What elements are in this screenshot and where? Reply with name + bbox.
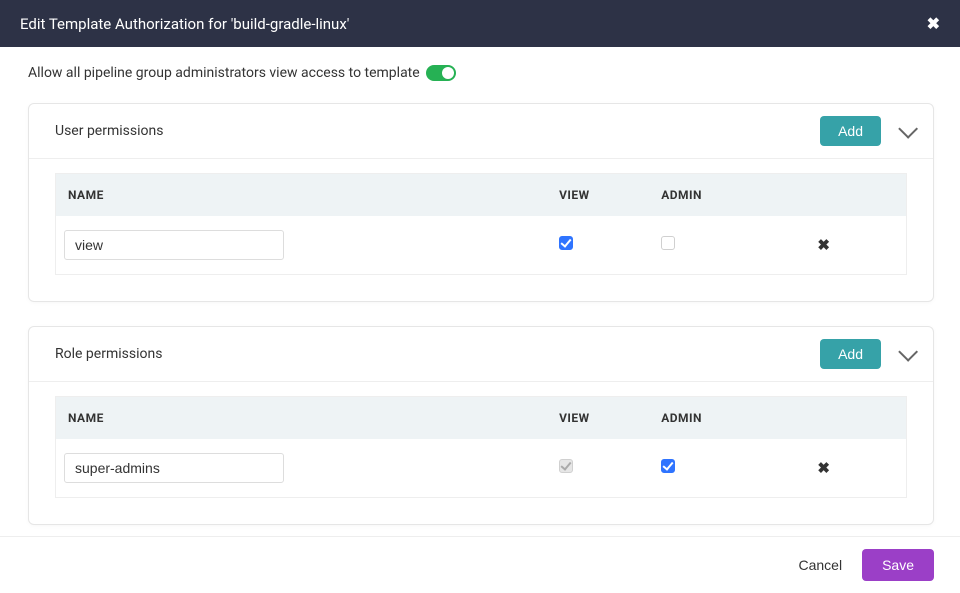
user-panel-title: User permissions (55, 123, 820, 139)
save-button[interactable]: Save (862, 549, 934, 581)
table-row: ✖ (56, 216, 907, 275)
close-icon[interactable]: ✖ (927, 14, 940, 33)
table-row: ✖ (56, 439, 907, 498)
allow-toggle-label: Allow all pipeline group administrators … (28, 65, 420, 81)
role-permissions-table: NAME VIEW ADMIN ✖ (55, 396, 907, 498)
allow-toggle[interactable] (426, 65, 456, 81)
role-name-input[interactable] (64, 453, 284, 483)
user-col-delete (787, 174, 906, 217)
user-col-admin: ADMIN (651, 174, 787, 217)
cancel-button[interactable]: Cancel (798, 557, 842, 573)
user-col-name: NAME (56, 174, 550, 217)
delete-icon[interactable]: ✖ (797, 236, 830, 254)
user-permissions-panel: User permissions Add NAME VIEW ADMIN (28, 103, 934, 302)
chevron-down-icon[interactable] (898, 119, 918, 139)
user-view-checkbox[interactable] (559, 236, 573, 250)
user-add-button[interactable]: Add (820, 116, 881, 146)
allow-toggle-row: Allow all pipeline group administrators … (28, 65, 934, 81)
user-name-input[interactable] (64, 230, 284, 260)
user-permissions-table: NAME VIEW ADMIN ✖ (55, 173, 907, 275)
role-add-button[interactable]: Add (820, 339, 881, 369)
modal-header: Edit Template Authorization for 'build-g… (0, 0, 960, 47)
role-col-admin: ADMIN (651, 397, 787, 440)
role-panel-header: Role permissions Add (29, 327, 933, 382)
role-panel-title: Role permissions (55, 346, 820, 362)
modal-body: Allow all pipeline group administrators … (0, 47, 960, 537)
user-admin-checkbox[interactable] (661, 236, 675, 250)
modal-title: Edit Template Authorization for 'build-g… (20, 15, 349, 33)
role-col-delete (787, 397, 906, 440)
role-permissions-panel: Role permissions Add NAME VIEW ADMIN (28, 326, 934, 525)
role-col-name: NAME (56, 397, 550, 440)
user-col-view: VIEW (549, 174, 651, 217)
role-admin-checkbox[interactable] (661, 459, 675, 473)
user-panel-header: User permissions Add (29, 104, 933, 159)
delete-icon[interactable]: ✖ (797, 459, 830, 477)
role-col-view: VIEW (549, 397, 651, 440)
chevron-down-icon[interactable] (898, 342, 918, 362)
user-panel-body: NAME VIEW ADMIN ✖ (29, 159, 933, 301)
modal-footer: Cancel Save (0, 536, 960, 593)
role-view-checkbox (559, 459, 573, 473)
role-panel-body: NAME VIEW ADMIN ✖ (29, 382, 933, 524)
